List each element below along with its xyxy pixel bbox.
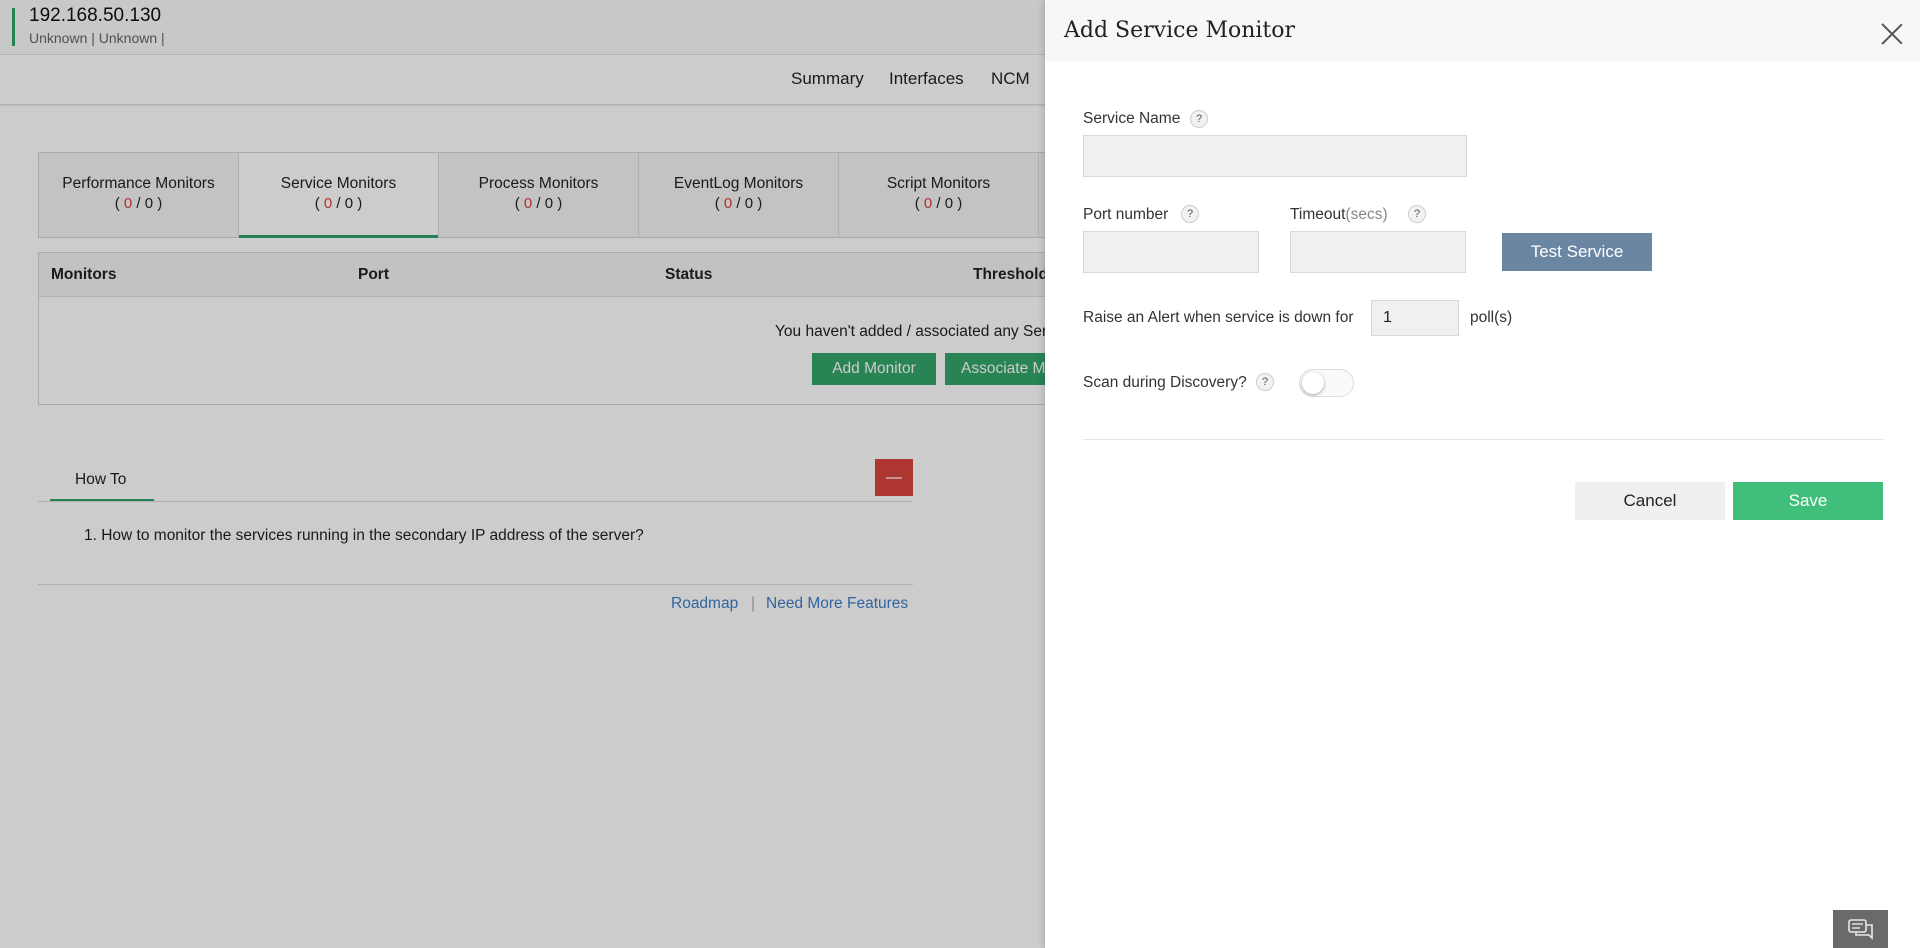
- chat-button[interactable]: [1833, 910, 1888, 948]
- alert-polls-input[interactable]: [1371, 300, 1459, 336]
- help-icon[interactable]: ?: [1256, 373, 1274, 391]
- close-icon[interactable]: [1880, 22, 1904, 46]
- service-name-label: Service Name: [1083, 110, 1181, 127]
- timeout-label: Timeout(secs): [1290, 206, 1388, 223]
- help-icon[interactable]: ?: [1190, 110, 1208, 128]
- add-service-monitor-drawer: Add Service Monitor Service Name ? Port …: [1045, 0, 1920, 948]
- timeout-input[interactable]: [1290, 231, 1466, 273]
- divider: [1083, 439, 1883, 440]
- polls-suffix: poll(s): [1470, 309, 1513, 326]
- chat-icon: [1848, 919, 1873, 940]
- modal-backdrop[interactable]: [0, 0, 1045, 948]
- toggle-knob: [1302, 372, 1324, 394]
- port-number-label: Port number: [1083, 206, 1169, 223]
- drawer-title: Add Service Monitor: [1064, 18, 1296, 43]
- cancel-button[interactable]: Cancel: [1575, 482, 1725, 520]
- alert-label: Raise an Alert when service is down for: [1083, 309, 1354, 326]
- help-icon[interactable]: ?: [1408, 205, 1426, 223]
- help-icon[interactable]: ?: [1181, 205, 1199, 223]
- save-button[interactable]: Save: [1733, 482, 1883, 520]
- scan-discovery-label: Scan during Discovery?: [1083, 374, 1247, 391]
- scan-discovery-toggle[interactable]: [1299, 369, 1354, 397]
- port-number-input[interactable]: [1083, 231, 1259, 273]
- service-name-input[interactable]: [1083, 135, 1467, 177]
- test-service-button[interactable]: Test Service: [1502, 233, 1652, 271]
- drawer-header: Add Service Monitor: [1045, 0, 1920, 62]
